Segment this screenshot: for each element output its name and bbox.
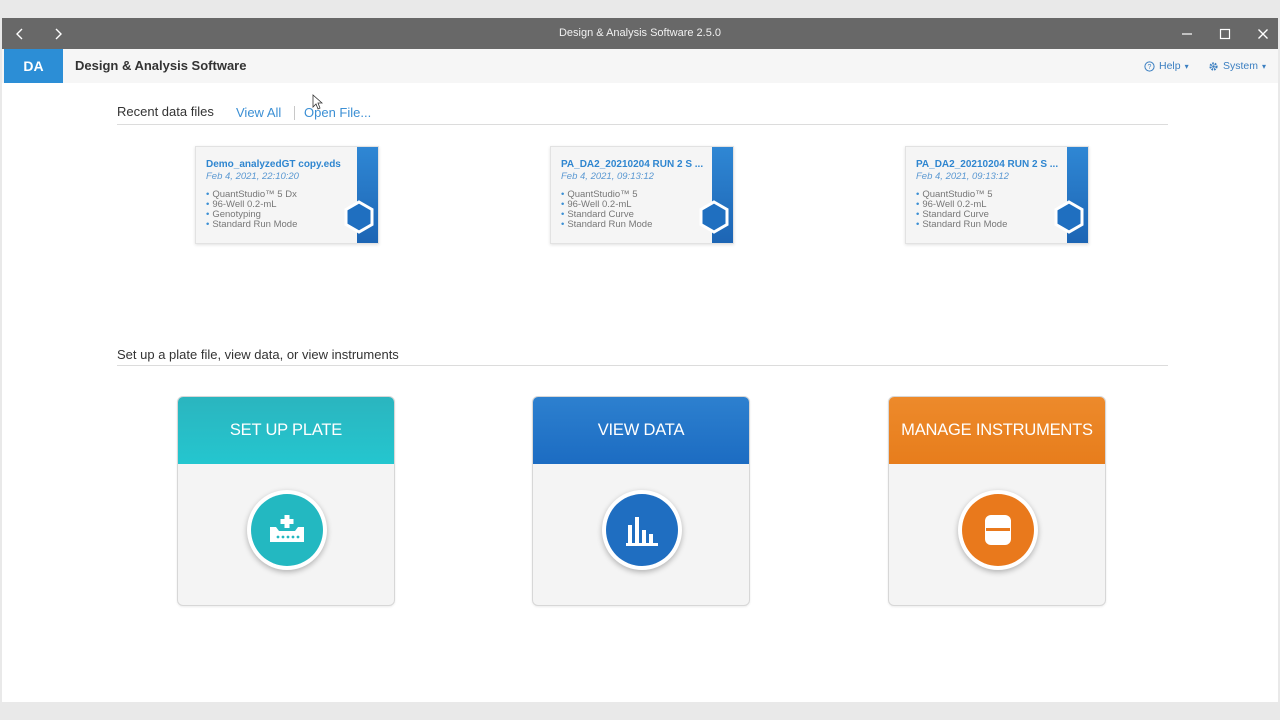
system-label: System <box>1223 60 1259 72</box>
view-data-tile[interactable]: VIEW DATA <box>532 396 750 606</box>
system-menu[interactable]: System ▾ <box>1208 49 1266 83</box>
recent-file-card[interactable]: PA_DA2_20210204 RUN 2 S ... Feb 4, 2021,… <box>905 146 1089 244</box>
help-menu[interactable]: ? Help ▾ <box>1144 49 1189 83</box>
file-detail: Standard Run Mode <box>916 220 1007 230</box>
svg-text:?: ? <box>1148 64 1152 71</box>
file-name: PA_DA2_20210204 RUN 2 S ... <box>561 159 704 170</box>
setup-section-label: Set up a plate file, view data, or view … <box>117 347 399 362</box>
title-bar: Design & Analysis Software 2.5.0 <box>2 18 1278 49</box>
app-window: Design & Analysis Software 2.5.0 DA Desi… <box>2 18 1278 702</box>
tile-icon-circle <box>602 490 682 570</box>
recent-files-header: Recent data files View All Open File... <box>117 103 1168 125</box>
caret-down-icon: ▾ <box>1262 61 1267 71</box>
setup-section-header: Set up a plate file, view data, or view … <box>117 346 1168 366</box>
instrument-icon <box>985 515 1011 545</box>
close-icon <box>1258 28 1268 39</box>
tile-icon-circle <box>958 490 1038 570</box>
file-name: PA_DA2_20210204 RUN 2 S ... <box>916 159 1059 170</box>
plate-add-icon <box>270 515 304 542</box>
gear-icon <box>1209 61 1218 71</box>
back-button[interactable] <box>5 18 35 49</box>
help-circle-icon: ? <box>1144 60 1155 72</box>
window-title: Design & Analysis Software 2.5.0 <box>558 27 722 39</box>
maximize-button[interactable] <box>1207 18 1243 49</box>
file-detail: Standard Run Mode <box>206 220 297 230</box>
set-up-plate-label: SET UP PLATE <box>178 397 394 464</box>
maximize-icon <box>1219 28 1231 39</box>
recent-file-card[interactable]: PA_DA2_20210204 RUN 2 S ... Feb 4, 2021,… <box>550 146 734 244</box>
tile-icon-circle <box>247 490 327 570</box>
forward-button[interactable] <box>43 18 73 49</box>
manage-instruments-label: MANAGE INSTRUMENTS <box>889 397 1105 464</box>
file-details: QuantStudio™ 5 96-Well 0.2-mL Standard C… <box>561 190 652 230</box>
view-all-link[interactable]: View All <box>236 105 281 120</box>
minimize-button[interactable] <box>1169 18 1205 49</box>
help-label: Help <box>1159 60 1181 72</box>
file-name: Demo_analyzedGT copy.eds <box>206 159 341 170</box>
minimize-icon <box>1182 32 1192 35</box>
file-date: Feb 4, 2021, 09:13:12 <box>916 171 1009 182</box>
file-details: QuantStudio™ 5 96-Well 0.2-mL Standard C… <box>916 190 1007 230</box>
hexagon-icon <box>1054 200 1084 234</box>
chevron-right-icon <box>55 28 62 39</box>
bar-chart-icon <box>626 517 658 546</box>
app-header: DA Design & Analysis Software ? Help ▾ S… <box>2 49 1278 83</box>
mouse-cursor-icon <box>312 94 323 110</box>
close-button[interactable] <box>1245 18 1280 49</box>
manage-instruments-tile[interactable]: MANAGE INSTRUMENTS <box>888 396 1106 606</box>
set-up-plate-tile[interactable]: SET UP PLATE <box>177 396 395 606</box>
app-logo[interactable]: DA <box>4 49 63 83</box>
app-name: Design & Analysis Software <box>75 58 247 73</box>
file-details: QuantStudio™ 5 Dx 96-Well 0.2-mL Genotyp… <box>206 190 297 230</box>
caret-down-icon: ▾ <box>1184 61 1189 71</box>
recent-files-label: Recent data files <box>117 104 214 119</box>
chevron-left-icon <box>16 28 23 39</box>
hexagon-icon <box>699 200 729 234</box>
view-data-label: VIEW DATA <box>533 397 749 464</box>
file-detail: Standard Run Mode <box>561 220 652 230</box>
hexagon-icon <box>344 200 374 234</box>
recent-file-card[interactable]: Demo_analyzedGT copy.eds Feb 4, 2021, 22… <box>195 146 379 244</box>
file-date: Feb 4, 2021, 09:13:12 <box>561 171 654 182</box>
file-date: Feb 4, 2021, 22:10:20 <box>206 171 299 182</box>
divider <box>294 106 295 120</box>
